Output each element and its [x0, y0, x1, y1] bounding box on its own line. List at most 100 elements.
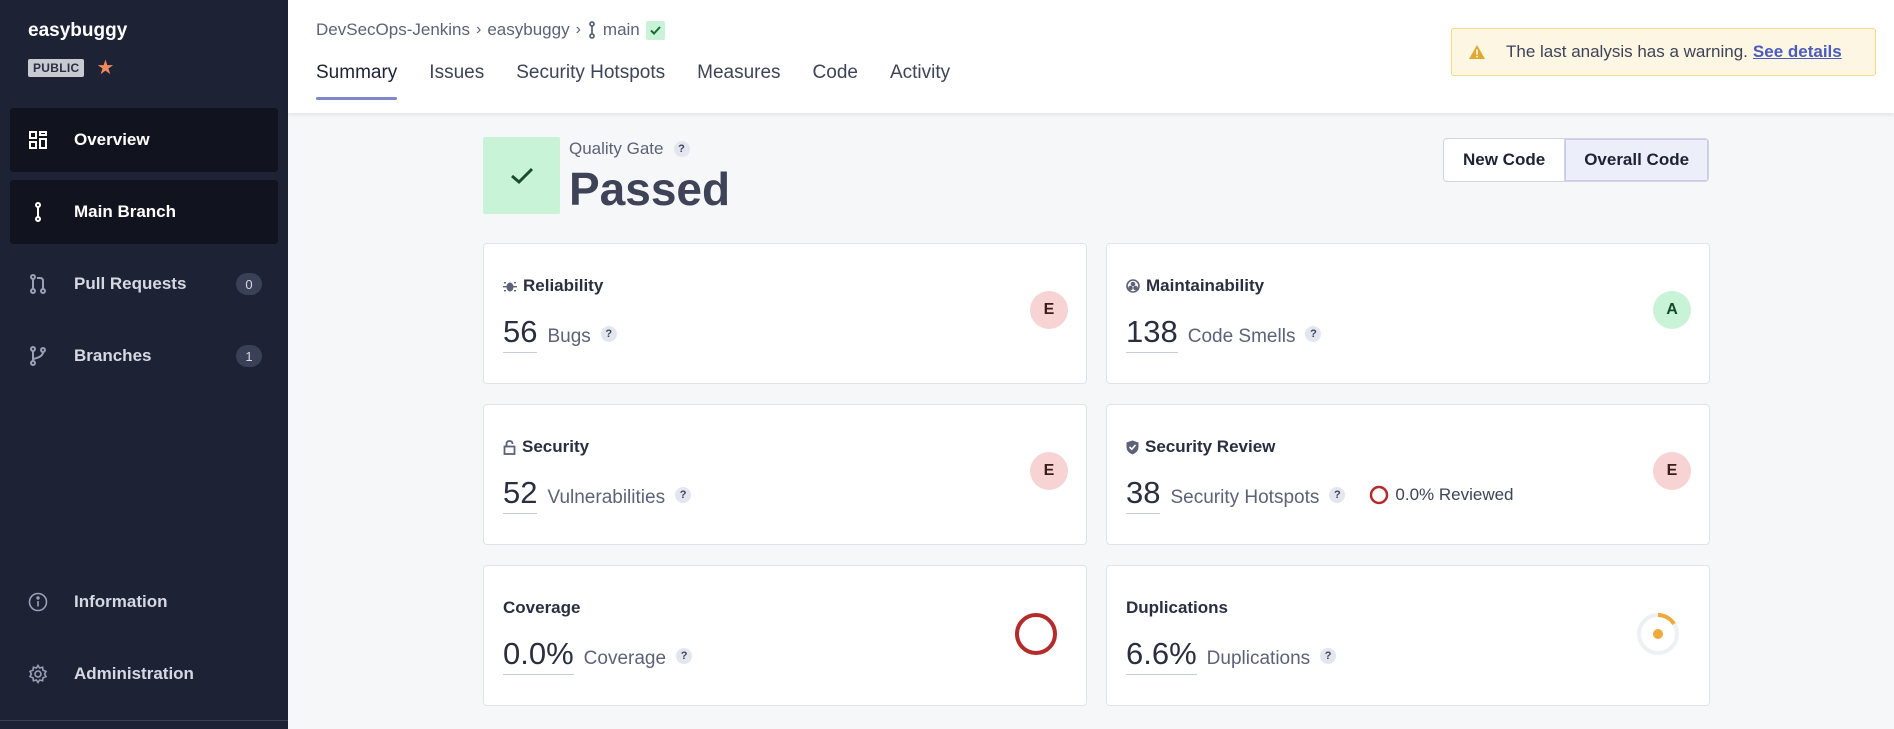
- new-code-button[interactable]: New Code: [1444, 139, 1564, 181]
- maintainability-icon: [1126, 279, 1140, 293]
- pull-request-icon: [26, 274, 50, 294]
- security-hotspots-metric: 38 Security Hotspots ? 0.0% Reviewed: [1126, 475, 1514, 514]
- card-title: Security: [503, 437, 589, 457]
- project-tabs: Summary Issues Security Hotspots Measure…: [316, 62, 950, 100]
- help-icon[interactable]: ?: [600, 325, 617, 342]
- vulnerabilities-count[interactable]: 52: [503, 475, 538, 514]
- tab-measures[interactable]: Measures: [697, 62, 780, 98]
- lock-icon: [503, 439, 516, 455]
- see-details-link[interactable]: See details: [1753, 42, 1842, 62]
- help-icon[interactable]: ?: [1320, 647, 1337, 664]
- bugs-label: Bugs: [547, 326, 591, 347]
- tab-summary[interactable]: Summary: [316, 62, 398, 100]
- card-title: Reliability: [503, 276, 603, 296]
- warning-icon: [1468, 44, 1486, 60]
- favorite-star-icon[interactable]: ★: [96, 58, 114, 78]
- duplications-title: Duplications: [1126, 598, 1229, 617]
- duplications-value[interactable]: 6.6%: [1126, 636, 1197, 675]
- branch-icon: [26, 202, 50, 222]
- duplications-donut-chart[interactable]: [1635, 611, 1681, 657]
- breadcrumb-project[interactable]: easybuggy: [487, 20, 569, 40]
- quality-gate-check-icon: [645, 20, 665, 40]
- shield-icon: [1126, 440, 1139, 455]
- quality-gate-status: Passed: [569, 163, 731, 215]
- sidebar-item-administration[interactable]: Administration: [10, 642, 278, 706]
- sidebar-item-label: Main Branch: [74, 202, 177, 221]
- tab-security-hotspots[interactable]: Security Hotspots: [516, 62, 665, 98]
- hotspots-reviewed: 0.0% Reviewed: [1369, 484, 1514, 505]
- sidebar-item-pull-requests[interactable]: Pull Requests 0: [10, 252, 278, 316]
- duplications-label: Duplications: [1206, 648, 1311, 669]
- breadcrumb: DevSecOps-Jenkins › easybuggy › main: [316, 20, 665, 40]
- reviewed-ring-icon: [1370, 485, 1389, 504]
- help-icon[interactable]: ?: [1305, 325, 1322, 342]
- coverage-title: Coverage: [503, 598, 581, 617]
- overall-code-button[interactable]: Overall Code: [1564, 139, 1709, 181]
- security-rating[interactable]: E: [1030, 452, 1068, 490]
- quality-gate-label: Quality Gate: [569, 139, 664, 158]
- help-icon[interactable]: ?: [1329, 486, 1346, 503]
- coverage-card: Coverage 0.0% Coverage ?: [483, 565, 1087, 706]
- tab-activity[interactable]: Activity: [890, 62, 950, 98]
- sidebar-divider: [0, 720, 288, 721]
- sidebar-item-label: Administration: [74, 664, 194, 683]
- sidebar-item-information[interactable]: Information: [10, 570, 278, 634]
- analysis-warning-banner: The last analysis has a warning. See det…: [1451, 28, 1876, 76]
- maintainability-rating[interactable]: A: [1653, 291, 1691, 329]
- sidebar: easybuggy PUBLIC ★ Overview Main Branch …: [0, 0, 288, 729]
- sidebar-item-label: Overview: [74, 130, 150, 149]
- coverage-metric: 0.0% Coverage ?: [503, 636, 693, 675]
- project-header: DevSecOps-Jenkins › easybuggy › main Sum…: [288, 0, 1894, 113]
- card-title: Security Review: [1126, 437, 1275, 457]
- quality-gate-label-row: Quality Gate ?: [569, 139, 690, 159]
- security-hotspots-label: Security Hotspots: [1170, 487, 1320, 508]
- coverage-donut-chart[interactable]: [1013, 611, 1059, 657]
- duplications-metric: 6.6% Duplications ?: [1126, 636, 1337, 675]
- branches-icon: [26, 346, 50, 366]
- security-hotspots-count[interactable]: 38: [1126, 475, 1161, 514]
- breadcrumb-branch[interactable]: main: [603, 20, 640, 40]
- security-review-rating[interactable]: E: [1653, 452, 1691, 490]
- reliability-rating[interactable]: E: [1030, 291, 1068, 329]
- help-icon[interactable]: ?: [676, 647, 693, 664]
- sidebar-item-branches[interactable]: Branches 1: [10, 324, 278, 388]
- maintainability-title: Maintainability: [1146, 276, 1265, 295]
- hotspots-reviewed-text: 0.0% Reviewed: [1395, 484, 1514, 504]
- coverage-value[interactable]: 0.0%: [503, 636, 574, 675]
- bugs-count[interactable]: 56: [503, 314, 538, 353]
- branches-count: 1: [236, 345, 262, 367]
- project-name[interactable]: easybuggy: [28, 20, 127, 42]
- security-title: Security: [522, 437, 590, 456]
- visibility-badge: PUBLIC: [28, 59, 85, 77]
- tab-issues[interactable]: Issues: [429, 62, 484, 98]
- card-title: Coverage: [503, 598, 580, 618]
- code-smells-metric: 138 Code Smells ?: [1126, 314, 1322, 353]
- sidebar-item-label: Pull Requests: [74, 274, 187, 293]
- pull-requests-count: 0: [236, 273, 262, 295]
- project-badges: PUBLIC ★: [28, 58, 114, 78]
- card-title: Maintainability: [1126, 276, 1264, 296]
- card-title: Duplications: [1126, 598, 1228, 618]
- security-card: Security 52 Vulnerabilities ? E: [483, 404, 1087, 545]
- sidebar-item-overview[interactable]: Overview: [10, 108, 278, 172]
- sidebar-item-label: Information: [74, 592, 168, 611]
- dashboard-grid-icon: [26, 131, 50, 149]
- help-icon[interactable]: ?: [673, 141, 690, 157]
- sidebar-item-label: Branches: [74, 346, 152, 365]
- reliability-card: Reliability 56 Bugs ? E: [483, 243, 1087, 384]
- warning-text: The last analysis has a warning.: [1506, 42, 1748, 61]
- code-smells-label: Code Smells: [1187, 326, 1296, 347]
- tab-code[interactable]: Code: [813, 62, 858, 98]
- sidebar-item-main-branch[interactable]: Main Branch: [10, 180, 278, 244]
- help-icon[interactable]: ?: [675, 486, 692, 503]
- bugs-metric: 56 Bugs ?: [503, 314, 617, 353]
- gear-icon: [26, 664, 50, 684]
- branch-icon: [587, 21, 597, 39]
- code-smells-count[interactable]: 138: [1126, 314, 1178, 353]
- duplications-card: Duplications 6.6% Duplications ?: [1106, 565, 1710, 706]
- chevron-right-icon: ›: [575, 21, 581, 38]
- info-icon: [26, 592, 50, 612]
- bug-icon: [503, 279, 517, 293]
- breadcrumb-organization[interactable]: DevSecOps-Jenkins: [316, 20, 470, 40]
- maintainability-card: Maintainability 138 Code Smells ? A: [1106, 243, 1710, 384]
